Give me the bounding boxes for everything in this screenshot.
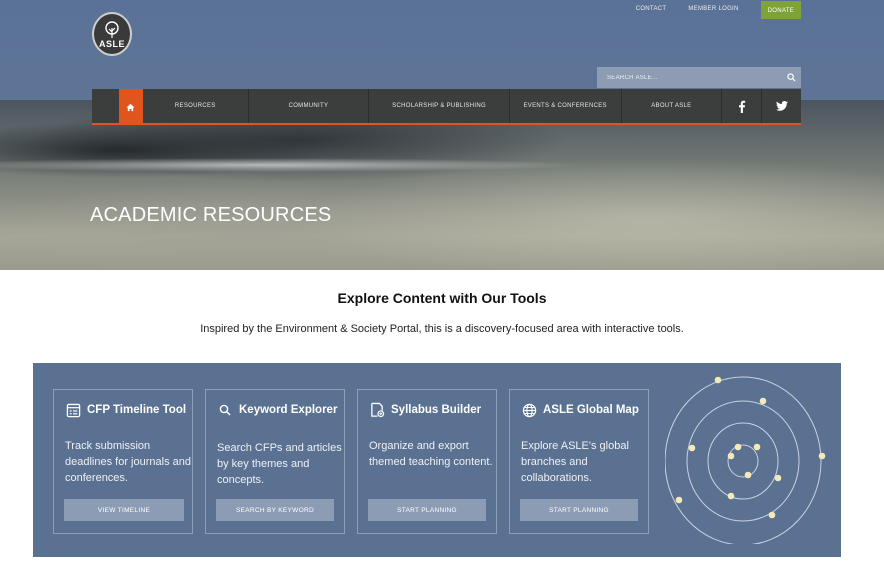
tree-icon: [105, 21, 119, 38]
facebook-button[interactable]: [721, 89, 761, 123]
tool-description: Explore ASLE's global branches and colla…: [521, 440, 629, 484]
tool-card-global-map: ASLE Global Map Explore ASLE's global br…: [509, 389, 649, 534]
home-icon: [126, 103, 136, 111]
search-bar: [597, 67, 801, 88]
tool-title: Keyword Explorer: [239, 404, 338, 416]
orbit-dot: [759, 397, 767, 405]
tool-title: CFP Timeline Tool: [87, 404, 187, 416]
orbit-dot: [727, 492, 735, 500]
tool-title: Syllabus Builder: [391, 404, 482, 416]
member-login-link[interactable]: MEMBER LOGIN: [688, 6, 738, 12]
start-planning-map-button[interactable]: START PLANNING: [520, 499, 638, 521]
facebook-icon: [738, 100, 745, 113]
tools-heading: Explore Content with Our Tools: [337, 290, 547, 306]
nav-item-scholarship[interactable]: SCHOLARSHIP & PUBLISHING: [369, 89, 510, 123]
orbit-dot: [714, 376, 722, 384]
hero-beach-image: [0, 100, 884, 270]
search-icon[interactable]: [781, 67, 801, 88]
orbit-dot: [734, 443, 742, 451]
page-title: ACADEMIC RESOURCES: [90, 204, 332, 226]
search-by-keyword-button[interactable]: SEARCH BY KEYWORD: [216, 499, 334, 521]
timeline-icon: [65, 402, 81, 418]
orbit-dot: [774, 474, 782, 482]
tool-card-keyword-explorer: Keyword Explorer Search CFPs and article…: [205, 389, 345, 534]
orbit-dot: [744, 471, 752, 479]
tools-intro-text: Inspired by the Environment & Society Po…: [200, 323, 684, 335]
twitter-icon: [775, 101, 788, 111]
hero-surf: [0, 150, 884, 180]
home-button[interactable]: [119, 89, 143, 125]
syllabus-icon: [369, 402, 385, 418]
asle-logo[interactable]: ASLE: [92, 12, 132, 56]
tool-title: ASLE Global Map: [543, 404, 639, 416]
nav-item-resources[interactable]: RESOURCES: [143, 89, 249, 123]
tool-card-cfp-timeline: CFP Timeline Tool Track submission deadl…: [53, 389, 193, 534]
orbit-dot: [727, 452, 735, 460]
orbit-dot: [688, 444, 696, 452]
tool-description: Track submission deadlines for journals …: [65, 440, 191, 484]
nav-item-community[interactable]: COMMUNITY: [249, 89, 370, 123]
contact-link[interactable]: CONTACT: [636, 6, 667, 12]
orbit-ring: [707, 422, 779, 500]
tool-card-syllabus-builder: Syllabus Builder Organize and export the…: [357, 389, 497, 534]
orbit-dot: [818, 452, 826, 460]
utility-nav: CONTACT MEMBER LOGIN DONATE: [636, 0, 801, 19]
start-planning-button[interactable]: START PLANNING: [368, 499, 486, 521]
view-timeline-button[interactable]: VIEW TIMELINE: [64, 499, 184, 521]
search-icon: [217, 402, 233, 418]
donate-button[interactable]: DONATE: [760, 1, 801, 19]
tool-description: Search CFPs and articles by key themes a…: [217, 442, 342, 486]
orbit-ring: [686, 400, 800, 522]
globe-icon: [521, 402, 537, 418]
logo-text: ASLE: [98, 39, 125, 49]
hero-banner: ASLE CONTACT MEMBER LOGIN DONATE RESOURC…: [0, 0, 884, 270]
orbit-diagram: [665, 376, 826, 544]
main-nav: RESOURCES COMMUNITY SCHOLARSHIP & PUBLIS…: [92, 89, 801, 125]
search-input[interactable]: [597, 74, 781, 81]
nav-item-events[interactable]: EVENTS & CONFERENCES: [510, 89, 622, 123]
nav-item-about[interactable]: ABOUT ASLE: [622, 89, 722, 123]
orbit-ring: [727, 444, 759, 478]
orbit-dot: [753, 443, 761, 451]
orbit-dot: [675, 496, 683, 504]
orbit-dot: [768, 511, 776, 519]
twitter-button[interactable]: [761, 89, 801, 123]
tool-description: Organize and export themed teaching cont…: [369, 440, 493, 468]
orbit-ring: [665, 376, 822, 544]
tools-panel: CFP Timeline Tool Track submission deadl…: [33, 363, 841, 557]
